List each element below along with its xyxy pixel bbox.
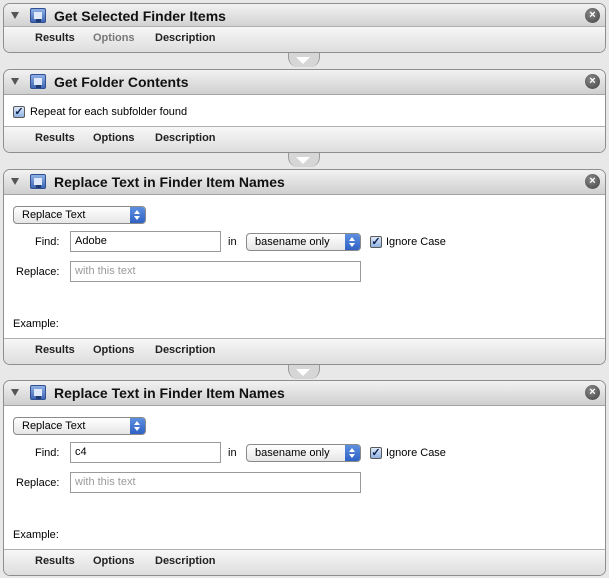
options-tab[interactable]: Options [93, 132, 135, 144]
options-tab[interactable]: Options [93, 555, 135, 567]
find-field[interactable]: Adobe [70, 231, 221, 252]
ignore-case-checkbox[interactable]: ✓ [370, 447, 382, 459]
replace-label: Replace: [16, 477, 60, 489]
repeat-subfolders-checkbox[interactable]: ✓ [13, 106, 25, 118]
disclosure-triangle-icon[interactable] [11, 12, 19, 19]
find-label: Find: [35, 447, 60, 459]
replace-label: Replace: [16, 266, 60, 278]
action-title: Replace Text in Finder Item Names [54, 385, 285, 401]
scope-popup[interactable]: basename only [246, 233, 361, 251]
options-tab[interactable]: Options [93, 344, 135, 356]
mode-popup-value: Replace Text [22, 420, 86, 432]
action-title: Get Folder Contents [54, 74, 189, 90]
in-label: in [228, 447, 237, 459]
replace-field[interactable]: with this text [70, 261, 361, 282]
finder-app-icon [30, 174, 46, 189]
ignore-case-checkbox[interactable]: ✓ [370, 236, 382, 248]
action-connector [288, 153, 320, 167]
close-icon[interactable]: × [585, 385, 600, 400]
finder-app-icon [30, 385, 46, 400]
action-replace-text-2: Replace Text in Finder Item Names × Repl… [3, 380, 606, 576]
scope-popup-value: basename only [255, 447, 330, 459]
description-tab[interactable]: Description [155, 132, 216, 144]
finder-app-icon [30, 8, 46, 23]
mode-popup[interactable]: Replace Text [13, 417, 146, 435]
scope-popup-value: basename only [255, 236, 330, 248]
action-connector [288, 53, 320, 67]
example-label: Example: [13, 318, 59, 330]
example-label: Example: [13, 529, 59, 541]
results-tab[interactable]: Results [35, 32, 75, 44]
mode-popup[interactable]: Replace Text [13, 206, 146, 224]
action-footer: Results Options Description [4, 26, 605, 52]
find-field[interactable]: c4 [70, 442, 221, 463]
action-get-folder-contents: Get Folder Contents × ✓ Repeat for each … [3, 69, 606, 153]
mode-popup-value: Replace Text [22, 209, 86, 221]
action-title-bar[interactable]: Replace Text in Finder Item Names × [4, 170, 605, 195]
in-label: in [228, 236, 237, 248]
find-label: Find: [35, 236, 60, 248]
ignore-case-label: Ignore Case [386, 236, 446, 248]
description-tab[interactable]: Description [155, 344, 216, 356]
disclosure-triangle-icon[interactable] [11, 389, 19, 396]
close-icon[interactable]: × [585, 74, 600, 89]
action-title-bar[interactable]: Get Folder Contents × [4, 70, 605, 95]
popup-arrows-icon [130, 207, 145, 223]
action-title: Replace Text in Finder Item Names [54, 174, 285, 190]
action-title-bar[interactable]: Replace Text in Finder Item Names × [4, 381, 605, 406]
popup-arrows-icon [130, 418, 145, 434]
action-title: Get Selected Finder Items [54, 8, 226, 24]
description-tab[interactable]: Description [155, 555, 216, 567]
options-tab[interactable]: Options [93, 32, 135, 44]
scope-popup[interactable]: basename only [246, 444, 361, 462]
results-tab[interactable]: Results [35, 132, 75, 144]
disclosure-triangle-icon[interactable] [11, 178, 19, 185]
popup-arrows-icon [345, 234, 360, 250]
action-replace-text-1: Replace Text in Finder Item Names × Repl… [3, 169, 606, 365]
action-footer: Results Options Description [4, 126, 605, 152]
results-tab[interactable]: Results [35, 555, 75, 567]
repeat-subfolders-label: Repeat for each subfolder found [30, 106, 188, 118]
close-icon[interactable]: × [585, 8, 600, 23]
action-footer: Results Options Description [4, 338, 605, 364]
finder-app-icon [30, 74, 46, 89]
replace-field[interactable]: with this text [70, 472, 361, 493]
description-tab[interactable]: Description [155, 32, 216, 44]
ignore-case-label: Ignore Case [386, 447, 446, 459]
close-icon[interactable]: × [585, 174, 600, 189]
action-get-selected-finder-items: Get Selected Finder Items × Results Opti… [3, 3, 606, 53]
results-tab[interactable]: Results [35, 344, 75, 356]
action-connector [288, 365, 320, 379]
popup-arrows-icon [345, 445, 360, 461]
action-footer: Results Options Description [4, 549, 605, 575]
disclosure-triangle-icon[interactable] [11, 78, 19, 85]
